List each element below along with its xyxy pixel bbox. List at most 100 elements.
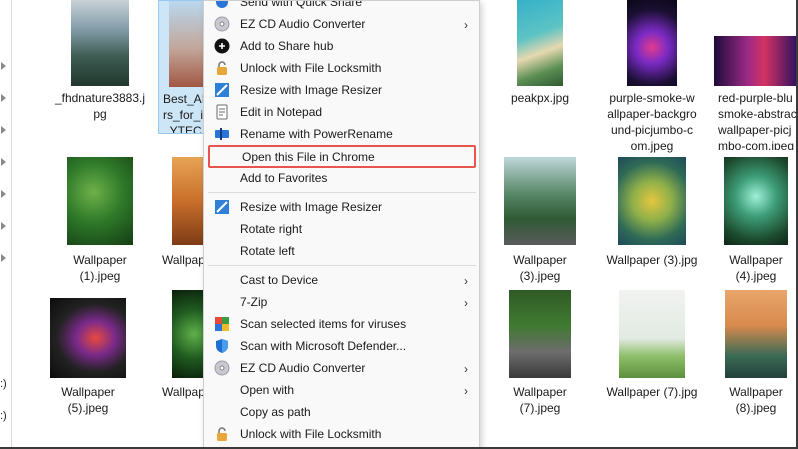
file-tile[interactable]: Wallpaper (7).jpg — [602, 290, 702, 420]
menu-item-scan-viruses[interactable]: Scan selected items for viruses — [208, 313, 476, 335]
menu-item-label: Open this File in Chrome — [242, 150, 375, 164]
file-tile[interactable]: Wallpaper (1).jpeg — [50, 152, 150, 283]
lock-icon — [214, 60, 230, 76]
menu-item-open-with[interactable]: Open with › — [208, 379, 476, 401]
menu-item-label: Resize with Image Resizer — [240, 83, 383, 97]
menu-item-add-to-share-hub[interactable]: Add to Share hub — [208, 35, 476, 57]
file-name: red-purple-blu smoke-abstrac wallpaper-p… — [718, 91, 797, 150]
cd-icon — [214, 16, 230, 32]
defender-shield-icon — [214, 338, 230, 354]
menu-item-rotate-right[interactable]: Rotate right — [208, 218, 476, 240]
menu-item-add-to-favorites[interactable]: Add to Favorites — [208, 167, 476, 189]
expand-arrow-icon[interactable] — [1, 254, 6, 262]
file-tile[interactable]: peakpx.jpg — [490, 0, 590, 130]
menu-item-label: Cast to Device — [240, 273, 319, 287]
drive-label[interactable]: :) — [0, 378, 7, 390]
menu-item-label: 7-Zip — [240, 295, 268, 309]
file-tile[interactable]: Wallpaper (8).jpeg — [714, 290, 798, 420]
image-resizer-icon — [214, 199, 230, 215]
menu-item-label: EZ CD Audio Converter — [240, 361, 366, 375]
menu-item-open-in-chrome[interactable]: Open this File in Chrome — [208, 145, 476, 168]
antivirus-icon — [214, 316, 230, 332]
menu-item-unlock-file-locksmith[interactable]: Unlock with File Locksmith — [208, 57, 476, 79]
file-thumbnail — [724, 157, 788, 245]
image-resizer-icon — [214, 82, 230, 98]
drive-label[interactable]: :) — [0, 410, 7, 422]
menu-item-scan-defender[interactable]: Scan with Microsoft Defender... — [208, 335, 476, 357]
file-thumbnail — [71, 0, 129, 86]
file-thumbnail — [504, 157, 576, 245]
file-thumbnail — [714, 36, 798, 86]
expand-arrow-icon[interactable] — [1, 222, 6, 230]
menu-item-7zip[interactable]: 7-Zip › — [208, 291, 476, 313]
file-name: Wallpaper (1).jpeg — [73, 253, 127, 283]
menu-separator — [208, 265, 476, 266]
menu-item-resize-image[interactable]: Resize with Image Resizer — [208, 196, 476, 218]
chevron-right-icon: › — [464, 296, 468, 310]
menu-item-ez-cd-audio-converter[interactable]: EZ CD Audio Converter › — [208, 357, 476, 379]
notepad-icon — [214, 104, 230, 120]
menu-item-label: Scan with Microsoft Defender... — [240, 339, 407, 353]
file-name: _fhdnature3883.j pg — [54, 91, 146, 121]
file-thumbnail — [725, 290, 787, 378]
expand-arrow-icon[interactable] — [1, 62, 6, 70]
power-rename-icon — [214, 126, 230, 142]
menu-item-label: Scan selected items for viruses — [240, 317, 407, 331]
menu-item-label: Send with Quick Share — [240, 0, 363, 9]
expand-arrow-icon[interactable] — [1, 126, 6, 134]
lock-icon — [214, 426, 230, 442]
menu-item-quick-share[interactable]: Send with Quick Share — [208, 0, 476, 13]
file-name: peakpx.jpg — [510, 91, 570, 105]
file-thumbnail — [627, 0, 677, 86]
file-tile[interactable]: purple-smoke-w allpaper-backgro und-picj… — [602, 0, 702, 153]
file-thumbnail — [618, 157, 686, 245]
menu-item-label: Add to Favorites — [240, 171, 328, 185]
file-tile[interactable]: Wallpaper (4).jpeg — [714, 152, 798, 283]
chevron-right-icon: › — [464, 362, 468, 376]
file-name: Wallpaper (7).jpg — [606, 385, 698, 399]
file-thumbnail — [517, 0, 563, 86]
menu-item-edit-in-notepad[interactable]: Edit in Notepad — [208, 101, 476, 123]
menu-item-label: Open with — [240, 383, 295, 397]
file-tile[interactable]: _fhdnature3883.j pg — [50, 0, 150, 130]
expand-arrow-icon[interactable] — [1, 190, 6, 198]
file-name: purple-smoke-w allpaper-backgro und-picj… — [607, 91, 697, 153]
menu-item-ez-cd-audio-converter[interactable]: EZ CD Audio Converter › — [208, 13, 476, 35]
menu-item-rotate-left[interactable]: Rotate left — [208, 240, 476, 262]
file-name: Wallpaper (3).jpeg — [513, 253, 567, 283]
menu-item-copy-as-path[interactable]: Copy as path — [208, 401, 476, 423]
menu-item-label: Add to Share hub — [240, 39, 334, 53]
expand-arrow-icon[interactable] — [1, 158, 6, 166]
menu-item-power-rename[interactable]: Rename with PowerRename — [208, 123, 476, 145]
cd-icon — [214, 360, 230, 376]
menu-item-resize-image[interactable]: Resize with Image Resizer — [208, 79, 476, 101]
navigation-pane[interactable]: :) :) — [0, 0, 12, 449]
chevron-right-icon: › — [464, 274, 468, 288]
context-menu: Send with Quick Share EZ CD Audio Conver… — [203, 0, 480, 449]
menu-item-label: EZ CD Audio Converter — [240, 17, 366, 31]
file-name: Wallpaper (7).jpeg — [513, 385, 567, 415]
share-hub-icon — [214, 38, 230, 54]
expand-arrow-icon[interactable] — [1, 94, 6, 102]
file-tile[interactable]: Wallpaper (5).jpeg — [38, 290, 138, 420]
file-name: Wallpaper (3).jpg — [606, 253, 698, 267]
menu-item-label: Copy as path — [240, 405, 311, 419]
file-tile[interactable]: Wallpaper (3).jpeg — [490, 152, 590, 283]
menu-item-label: Unlock with File Locksmith — [240, 61, 382, 75]
file-thumbnail — [509, 290, 571, 378]
chevron-right-icon: › — [464, 18, 468, 32]
file-name: Wallpaper (4).jpeg — [729, 253, 783, 283]
menu-item-label: Edit in Notepad — [240, 105, 323, 119]
menu-item-label: Rename with PowerRename — [240, 127, 393, 141]
file-thumbnail — [67, 157, 133, 245]
menu-item-label: Rotate left — [240, 244, 295, 258]
menu-separator — [208, 192, 476, 193]
menu-item-cast-to-device[interactable]: Cast to Device › — [208, 269, 476, 291]
menu-item-label: Rotate right — [240, 222, 303, 236]
file-tile[interactable]: Wallpaper (7).jpeg — [490, 290, 590, 420]
file-tile[interactable]: Wallpaper (3).jpg — [602, 152, 702, 282]
file-name: Wallpaper (5).jpeg — [61, 385, 115, 415]
file-tile[interactable]: red-purple-blu smoke-abstrac wallpaper-p… — [714, 0, 798, 150]
menu-item-unlock-file-locksmith[interactable]: Unlock with File Locksmith — [208, 423, 476, 445]
file-thumbnail — [619, 290, 685, 378]
